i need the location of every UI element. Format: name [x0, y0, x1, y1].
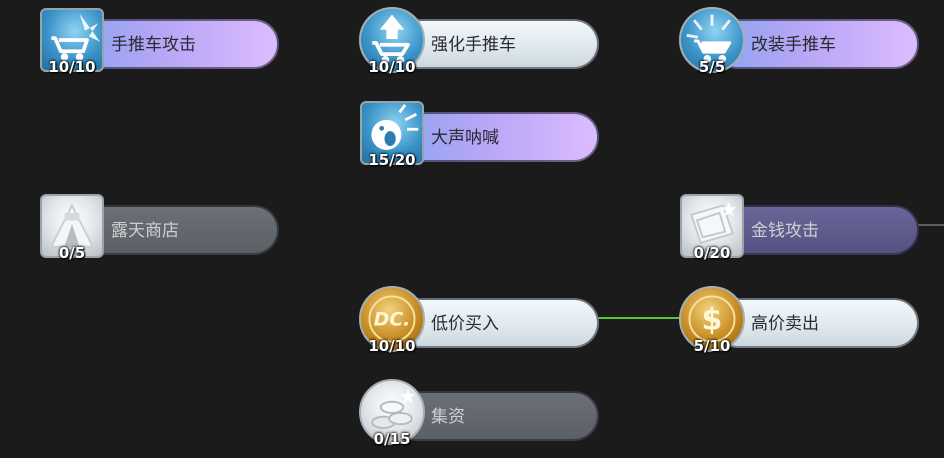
skill-level: 0/5: [58, 244, 86, 262]
skill-level: 0/20: [693, 244, 731, 262]
skill-name: 低价买入: [431, 314, 499, 334]
svg-text:DC.: DC.: [374, 310, 410, 331]
skill-node-shout[interactable]: 大声呐喊 15/20: [359, 100, 599, 168]
skill-level: 10/10: [48, 58, 96, 76]
skill-node-cart-attack[interactable]: 手推车攻击 10/10: [39, 7, 279, 75]
skill-name: 集资: [431, 407, 465, 427]
skill-name: 露天商店: [111, 221, 179, 241]
skill-level: 5/5: [698, 58, 726, 76]
skill-node-sell-high[interactable]: 高价卖出 $ 5/10: [679, 286, 919, 354]
skill-level: 0/15: [373, 430, 411, 448]
skill-node-fundraise[interactable]: 集资 0/15: [359, 379, 599, 447]
skill-name: 高价卖出: [751, 314, 819, 334]
skill-level: 10/10: [368, 58, 416, 76]
skill-node-cart-upgrade[interactable]: 强化手推车 10/10: [359, 7, 599, 75]
svg-text:$: $: [702, 302, 723, 337]
skill-node-buy-low[interactable]: 低价买入 DC. 10/10: [359, 286, 599, 354]
connector-money-attack: [918, 224, 944, 226]
skill-name: 改装手推车: [751, 35, 836, 55]
skill-node-cart-modify[interactable]: 改装手推车 5/5: [679, 7, 919, 75]
skill-node-tent-shop[interactable]: 露天商店 0/5: [39, 193, 279, 261]
connector-buy-sell: [598, 317, 686, 319]
skill-level: 5/10: [693, 337, 731, 355]
skill-level: 15/20: [368, 151, 416, 169]
skill-name: 手推车攻击: [111, 35, 196, 55]
skill-node-money-attack[interactable]: 金钱攻击 0/20: [679, 193, 919, 261]
skill-level: 10/10: [368, 337, 416, 355]
skill-name: 金钱攻击: [751, 221, 819, 241]
skill-name: 大声呐喊: [431, 128, 499, 148]
skill-name: 强化手推车: [431, 35, 516, 55]
